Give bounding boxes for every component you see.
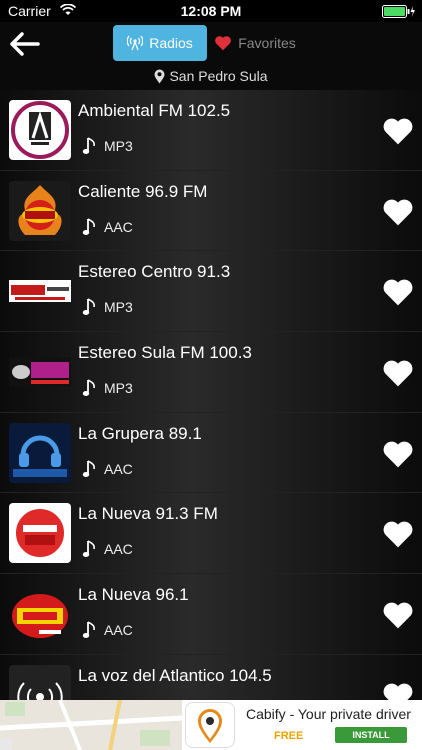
ad-price: FREE — [274, 730, 304, 742]
ad-banner[interactable]: Cabify - Your private driver FREE INSTAL… — [0, 700, 422, 750]
station-row[interactable]: La Grupera 89.1 AAC — [0, 412, 422, 494]
ad-map-image — [0, 700, 182, 750]
station-row[interactable]: Caliente 96.9 FM AAC — [0, 170, 422, 252]
favorite-heart-icon[interactable] — [382, 681, 414, 700]
tab-favorites[interactable]: Favorites — [214, 25, 296, 61]
music-note-icon — [82, 621, 95, 639]
station-name: La voz del Atlantico 104.5 — [78, 665, 272, 685]
station-list: Ambiental FM 102.5 MP3 Caliente 96.9 FM … — [0, 90, 422, 700]
format-label: MP3 — [104, 138, 133, 154]
tab-radios[interactable]: Radios — [113, 25, 207, 61]
music-note-icon — [82, 137, 95, 154]
station-name: Estereo Centro 91.3 — [78, 262, 231, 282]
station-format: MP3 — [82, 136, 133, 156]
station-name: La Nueva 96.1 — [78, 585, 189, 605]
music-note-icon — [82, 298, 95, 316]
station-name: La Grupera 89.1 — [78, 423, 202, 443]
location-label: San Pedro Sula — [169, 68, 268, 84]
station-row[interactable]: La voz del Atlantico 104.5 — [0, 654, 422, 700]
station-row[interactable]: Estereo Centro 91.3 MP3 — [0, 251, 422, 333]
format-label: AAC — [104, 460, 133, 477]
location-pin-icon — [154, 69, 165, 83]
clock: 12:08 PM — [180, 3, 242, 19]
favorite-heart-icon[interactable] — [382, 197, 414, 227]
favorite-heart-icon[interactable] — [382, 519, 414, 549]
battery-icon — [382, 5, 415, 18]
station-name: Estereo Sula FM 100.3 — [78, 343, 252, 363]
station-row[interactable]: La Nueva 96.1 AAC — [0, 574, 422, 655]
format-label: AAC — [104, 541, 133, 558]
antenna-icon — [127, 35, 144, 51]
format-label: AAC — [104, 218, 133, 235]
music-note-icon — [82, 460, 95, 477]
install-button[interactable]: INSTALL — [335, 727, 407, 743]
station-row[interactable]: Ambiental FM 102.5 MP3 — [0, 90, 422, 171]
station-name: Ambiental FM 102.5 — [78, 101, 231, 120]
heart-icon — [215, 36, 232, 51]
cabify-app-icon — [185, 702, 235, 748]
station-format: AAC — [82, 620, 133, 640]
station-format: MP3 — [82, 378, 133, 398]
station-format: MP3 — [82, 297, 133, 317]
station-logo — [9, 664, 71, 700]
favorite-heart-icon[interactable] — [382, 600, 414, 630]
station-logo — [9, 261, 71, 321]
music-note-icon — [82, 379, 95, 397]
station-format: AAC — [82, 217, 133, 237]
tab-radios-label: Radios — [149, 35, 193, 51]
format-label: MP3 — [104, 380, 133, 397]
ad-title: Cabify - Your private driver — [246, 706, 411, 722]
station-logo — [9, 422, 71, 483]
station-logo — [9, 584, 71, 644]
back-arrow-icon[interactable] — [8, 30, 40, 58]
favorite-heart-icon[interactable] — [382, 277, 414, 307]
favorite-heart-icon[interactable] — [382, 439, 414, 469]
station-row[interactable]: La Nueva 91.3 FM AAC — [0, 493, 422, 575]
station-logo — [9, 503, 71, 564]
music-note-icon — [82, 540, 95, 558]
location: San Pedro Sula — [0, 68, 422, 84]
station-format: AAC — [82, 459, 133, 479]
favorite-heart-icon[interactable] — [382, 358, 414, 388]
station-format: AAC — [82, 539, 133, 559]
station-name: La Nueva 91.3 FM — [78, 504, 218, 524]
music-note-icon — [82, 218, 95, 235]
station-logo — [9, 180, 71, 241]
nav-bar: Radios Favorites San Pedro Sula — [0, 22, 422, 90]
favorite-heart-icon[interactable] — [382, 116, 414, 146]
station-name: Caliente 96.9 FM — [78, 181, 208, 201]
format-label: AAC — [104, 622, 133, 639]
station-logo — [9, 342, 71, 402]
format-label: MP3 — [104, 299, 133, 316]
tab-favorites-label: Favorites — [238, 35, 296, 51]
station-row[interactable]: Estereo Sula FM 100.3 MP3 — [0, 332, 422, 413]
station-logo — [9, 100, 71, 160]
status-bar: Carrier 12:08 PM — [0, 0, 422, 22]
